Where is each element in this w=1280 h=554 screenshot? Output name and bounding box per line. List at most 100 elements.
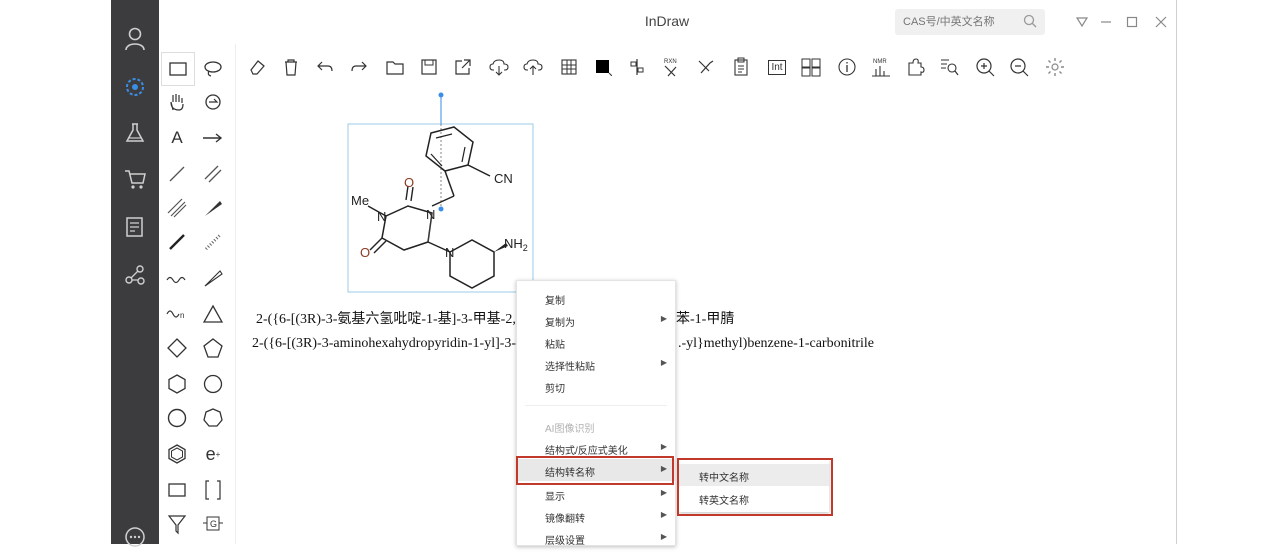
rotate-tool[interactable] [197,86,229,118]
octagon-ring-tool[interactable] [161,402,193,434]
redo-icon[interactable] [344,50,374,84]
menu-item-mirror-flip[interactable]: 镜像翻转 ▶ [517,505,675,527]
user-icon[interactable] [111,22,159,56]
nmr-label: NMR [873,59,887,65]
grid-icon[interactable] [554,50,584,84]
svg-text:G: G [210,519,217,529]
triangle-ring-tool[interactable] [197,298,229,330]
atom-cn: CN [494,171,513,186]
wavy-bond-tool[interactable] [161,262,193,294]
clipboard-icon[interactable] [726,50,756,84]
reaction-clean-icon[interactable]: RXN [656,50,686,84]
cloud-upload-icon[interactable] [518,50,548,84]
benzene-tool[interactable] [161,438,193,470]
puzzle-icon[interactable] [900,50,930,84]
open-folder-icon[interactable] [380,50,410,84]
chain-tool[interactable]: n [161,298,193,330]
wedge-bond-tool[interactable] [197,192,229,224]
arrow-tool[interactable] [197,122,229,154]
heptagon-ring-tool[interactable] [197,402,229,434]
trash-icon[interactable] [276,50,306,84]
funnel-tool[interactable] [161,508,193,540]
settings-gear-icon[interactable] [1040,50,1070,84]
filter-icon[interactable] [1072,12,1092,32]
left-sidebar [111,0,159,547]
circle-ring-tool[interactable] [197,368,229,400]
info-icon[interactable] [832,50,862,84]
menu-item-label: 结构式/反应式美化 [545,446,628,457]
undo-icon[interactable] [310,50,340,84]
chevron-right-icon: ▶ [660,510,667,519]
chinese-name-tail: 苯-1-甲腈 [676,312,735,327]
select-rect-tool[interactable] [161,52,195,86]
double-bond-tool[interactable] [197,158,229,190]
search-icon[interactable] [1023,13,1037,34]
cloud-download-icon[interactable] [484,50,514,84]
english-name-text: 2-({6-[(3R)-3-aminohexahydropyridin-1-yl… [252,336,521,351]
menu-item-layer-settings[interactable]: 层级设置 ▶ [517,527,675,549]
color-fill-icon[interactable] [588,50,618,84]
group-tool[interactable]: G [197,508,229,540]
pentagon-ring-tool[interactable] [197,332,229,364]
clean-structure-icon[interactable] [690,50,720,84]
nmr-icon[interactable]: NMR [866,50,896,84]
zoom-out-icon[interactable] [1004,50,1034,84]
hash-bond-tool[interactable] [197,226,229,258]
align-icon[interactable] [622,50,652,84]
menu-item-paste[interactable]: 粘贴 [517,331,675,353]
search-input[interactable] [895,9,1015,35]
search-box[interactable] [895,9,1045,35]
flask-icon[interactable] [111,116,159,150]
text-tool[interactable]: A [161,122,193,154]
search-structure-icon[interactable] [934,50,964,84]
chevron-right-icon: ▶ [660,314,667,323]
menu-item-paste-special[interactable]: 选择性粘贴 ▶ [517,353,675,375]
single-bond-tool[interactable] [161,158,193,190]
eraser-icon[interactable] [242,50,272,84]
cyclohexane-tool[interactable] [161,368,193,400]
highlight-box-menu-item [516,456,674,485]
menu-divider [525,405,667,406]
title-bar: InDraw [159,0,1175,44]
molecule-structure[interactable]: CN Me N N N O O NH2 [236,88,556,298]
atom-n1: N [377,209,386,224]
hand-tool[interactable] [161,86,193,118]
context-menu: 复制 复制为 ▶ 粘贴 选择性粘贴 ▶ 剪切 AI图像识别 结构式/反应式美化 ▶ 结… [516,280,676,549]
menu-item-copy-as[interactable]: 复制为 ▶ [517,309,675,331]
atom-nh-subscript: 2 [523,243,528,253]
network-icon[interactable] [111,258,159,292]
menu-item-display[interactable]: 显示 ▶ [517,483,675,505]
chevron-right-icon: ▶ [660,488,667,497]
atom-nh: NH [504,236,523,251]
chinese-name-text: 2-({6-[(3R)-3-氨基六氢吡啶-1-基]-3-甲基-2,4 [256,312,523,327]
maximize-button[interactable] [1122,12,1142,32]
english-name-tail: .-yl}methyl)benzene-1-carbonitrile [678,336,875,351]
atom-o1: O [404,175,414,190]
menu-item-label: 复制 [545,296,565,307]
lasso-tool[interactable] [197,52,229,84]
export-icon[interactable] [448,50,478,84]
electron-tool[interactable]: e + [197,438,229,470]
close-button[interactable] [1151,12,1171,32]
rectangle-shape-tool[interactable] [161,474,193,506]
svg-text:n: n [180,311,184,320]
molecule-ring-icon[interactable] [111,70,159,104]
menu-item-cut[interactable]: 剪切 [517,375,675,397]
chevron-right-icon: ▶ [660,532,667,541]
zoom-in-icon[interactable] [970,50,1000,84]
save-icon[interactable] [414,50,444,84]
hollow-wedge-tool[interactable] [197,262,229,294]
chat-icon[interactable] [111,520,159,554]
triple-bond-tool[interactable] [161,192,193,224]
menu-item-copy[interactable]: 复制 [517,287,675,309]
menu-item-label: 复制为 [545,318,575,329]
square-ring-tool[interactable] [161,332,193,364]
minimize-button[interactable] [1096,12,1116,32]
chevron-right-icon: ▶ [660,442,667,451]
notes-icon[interactable] [111,210,159,244]
bracket-tool[interactable] [197,474,229,506]
bold-bond-tool[interactable] [161,226,193,258]
int-icon[interactable]: Int [762,50,792,84]
cart-icon[interactable] [111,162,159,196]
sequence-icon[interactable] [796,50,826,84]
